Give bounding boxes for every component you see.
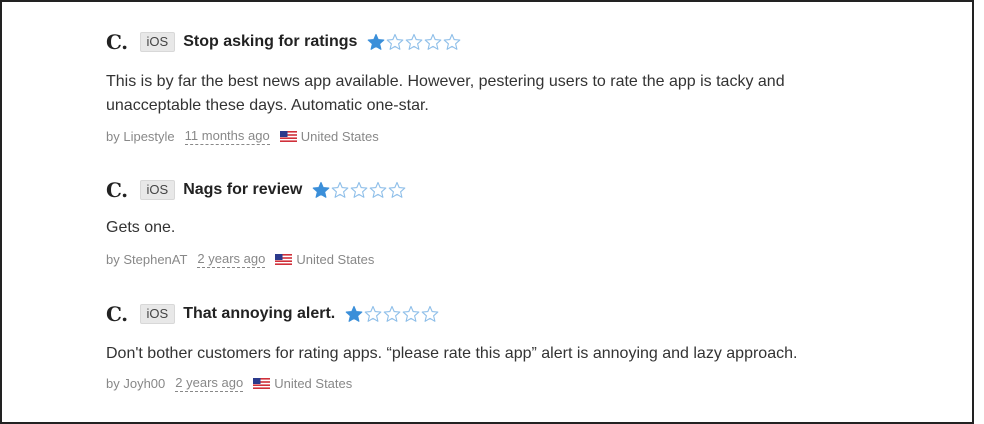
star-empty-icon [389,181,406,198]
star-filled-icon [313,181,330,198]
review-header: C. iOS Stop asking for ratings [106,30,462,54]
review-country: United States [300,129,379,144]
star-rating [367,33,462,51]
us-flag-icon [275,254,293,265]
review-header: C. iOS Nags for review [106,178,407,202]
platform-badge: iOS [139,304,176,324]
us-flag-icon [253,378,271,389]
review-author: by StephenAT [106,252,188,267]
reviews-panel: C. iOS Stop asking for ratings This is b… [0,0,974,424]
review-timestamp[interactable]: 2 years ago [197,251,266,268]
star-rating [312,181,407,199]
review-body: Don't bother customers for rating apps. … [106,345,798,362]
review-author: by Joyh00 [106,376,166,391]
app-logo: C. [106,302,128,326]
platform-badge: iOS [139,32,176,52]
review-body: Gets one. [106,219,176,236]
star-empty-icon [444,33,461,50]
star-filled-icon [368,33,385,50]
star-empty-icon [425,33,442,50]
review-header: C. iOS That annoying alert. [106,302,440,326]
star-empty-icon [351,181,368,198]
review-country: United States [274,376,353,391]
review-title: That annoying alert. [183,305,336,322]
review-item: C. iOS Nags for review Gets one. by Step… [106,178,407,268]
review-meta: by StephenAT 2 years ago United States [106,251,374,268]
star-empty-icon [406,33,423,50]
star-empty-icon [332,181,349,198]
star-empty-icon [364,305,382,322]
app-logo: C. [106,30,128,54]
star-empty-icon [421,305,439,322]
review-country: United States [296,252,375,267]
app-logo: C. [106,178,128,202]
platform-badge: iOS [139,180,176,200]
review-title: Nags for review [183,181,303,198]
star-rating [345,305,440,323]
star-empty-icon [402,305,420,322]
review-author: by Lipestyle [106,129,175,144]
star-filled-icon [345,305,363,322]
star-empty-icon [387,33,404,50]
review-item: C. iOS Stop asking for ratings This is b… [106,30,785,145]
review-meta: by Lipestyle 11 months ago United States [106,128,379,145]
star-empty-icon [383,305,401,322]
review-meta: by Joyh00 2 years ago United States [106,375,352,392]
review-body: This is by far the best news app availab… [106,73,785,114]
star-empty-icon [370,181,387,198]
review-title: Stop asking for ratings [183,33,358,50]
review-item: C. iOS That annoying alert. Don't bother… [106,302,797,392]
review-timestamp[interactable]: 2 years ago [175,375,244,392]
us-flag-icon [279,131,297,142]
review-timestamp[interactable]: 11 months ago [184,128,270,145]
